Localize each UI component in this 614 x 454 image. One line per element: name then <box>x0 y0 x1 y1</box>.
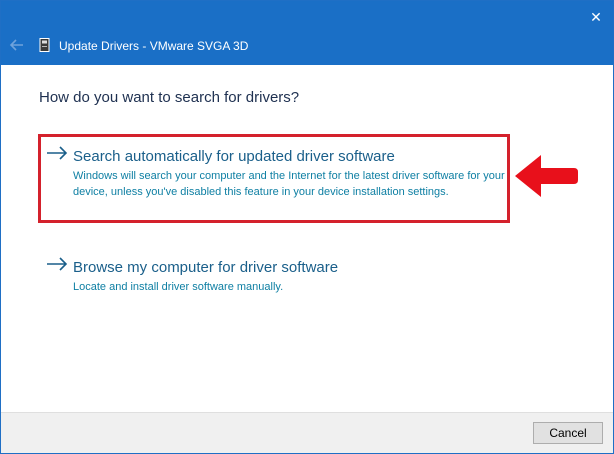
arrow-right-icon <box>47 257 68 271</box>
page-heading: How do you want to search for drivers? <box>39 89 300 106</box>
red-highlight-box <box>38 134 510 223</box>
footer-bar: Cancel <box>1 412 613 453</box>
option-title: Browse my computer for driver software <box>73 259 339 276</box>
wizard-title: Update Drivers - VMware SVGA 3D <box>59 39 249 53</box>
red-arrow-left-icon <box>515 155 578 197</box>
back-button[interactable] <box>7 35 27 55</box>
cancel-button[interactable]: Cancel <box>533 422 603 444</box>
title-bar: ✕ Update Drivers - VMware SVGA 3D <box>1 1 613 65</box>
close-icon: ✕ <box>590 9 602 25</box>
update-drivers-window: ✕ Update Drivers - VMware SVGA 3D How do… <box>0 0 614 454</box>
browse-computer-option[interactable]: Browse my computer for driver software L… <box>41 247 509 293</box>
close-button[interactable]: ✕ <box>579 1 613 33</box>
back-arrow-icon <box>9 39 23 51</box>
option-description: Locate and install driver software manua… <box>73 281 284 293</box>
device-drive-icon <box>39 38 50 52</box>
